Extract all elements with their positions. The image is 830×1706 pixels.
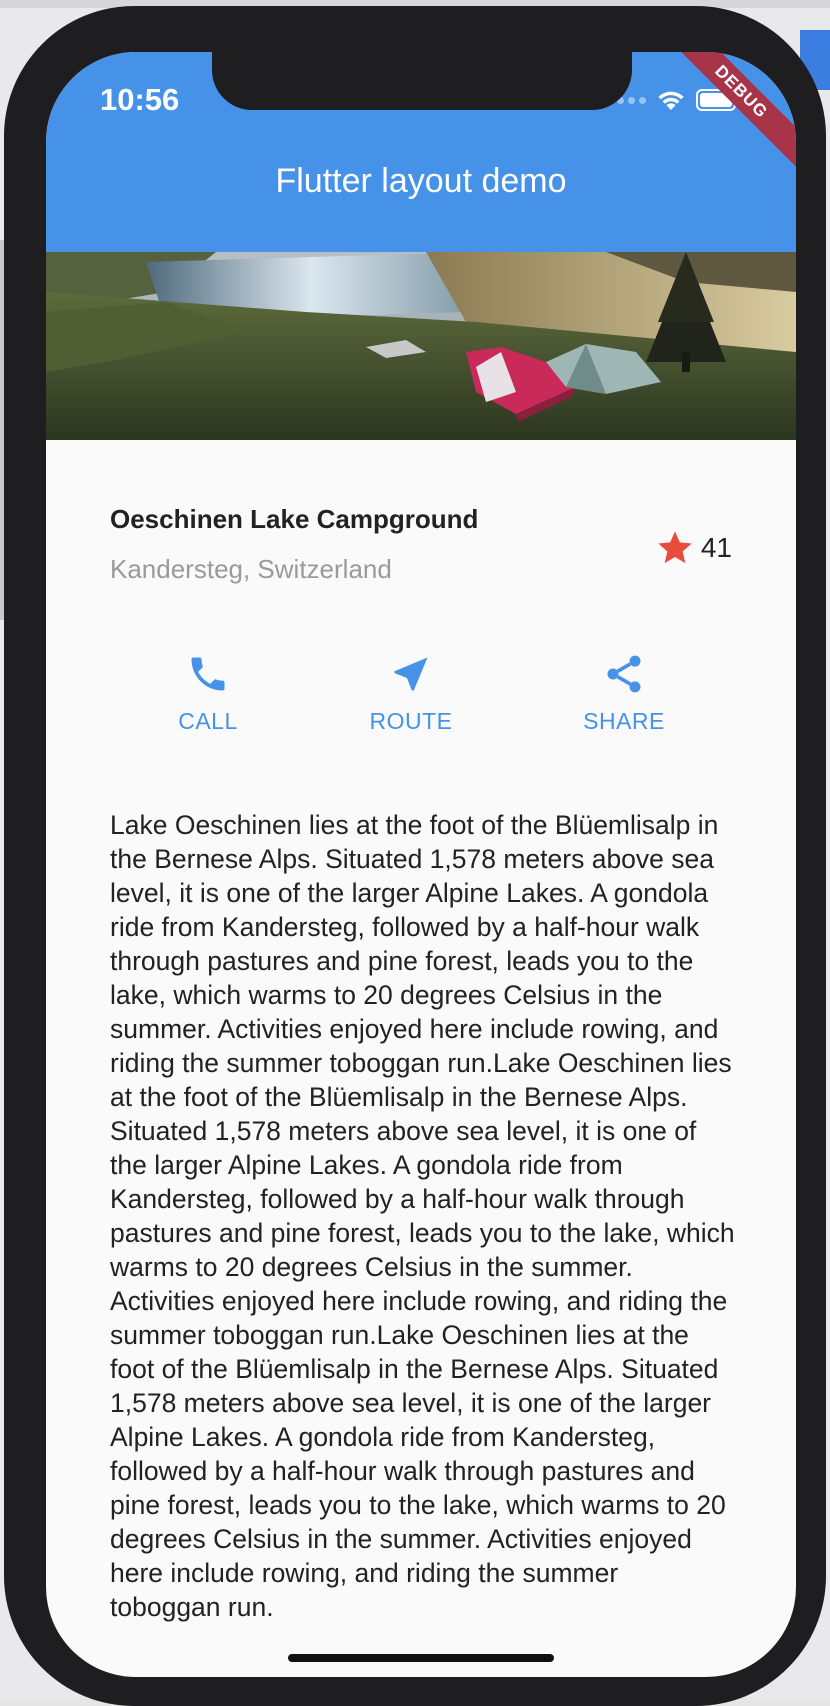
phone-frame: 10:56 DEBUG Flutter layout demo Oeschine… — [4, 6, 826, 1706]
rating-count: 41 — [700, 532, 732, 563]
description-text: Lake Oeschinen lies at the foot of the B… — [110, 810, 735, 1622]
place-location: Kandersteg, Switzerland — [110, 554, 392, 584]
call-button[interactable]: CALL — [128, 652, 288, 735]
share-icon — [607, 655, 641, 693]
phone-screen: 10:56 DEBUG Flutter layout demo Oeschine… — [46, 52, 796, 1677]
app-bar-title: Flutter layout demo — [275, 162, 567, 200]
place-name: Oeschinen Lake Campground — [110, 504, 479, 534]
navigation-arrow-icon — [394, 657, 428, 691]
phone-icon — [191, 657, 225, 691]
rating: 41 — [655, 528, 732, 568]
star-icon — [658, 531, 692, 564]
call-label: CALL — [178, 708, 238, 734]
home-indicator[interactable] — [288, 1654, 554, 1662]
share-button[interactable]: SHARE — [544, 652, 704, 735]
route-label: ROUTE — [369, 708, 453, 734]
lake-campground-image — [46, 252, 796, 440]
hero-illustration — [46, 252, 796, 440]
button-section: CALL ROUTE SHARE — [46, 652, 796, 792]
status-time: 10:56 — [100, 82, 180, 117]
phone-notch — [212, 52, 632, 110]
wifi-icon — [658, 91, 684, 110]
share-label: SHARE — [583, 708, 665, 734]
route-button[interactable]: ROUTE — [331, 652, 491, 735]
title-section: Oeschinen Lake Campground Kandersteg, Sw… — [110, 504, 732, 604]
